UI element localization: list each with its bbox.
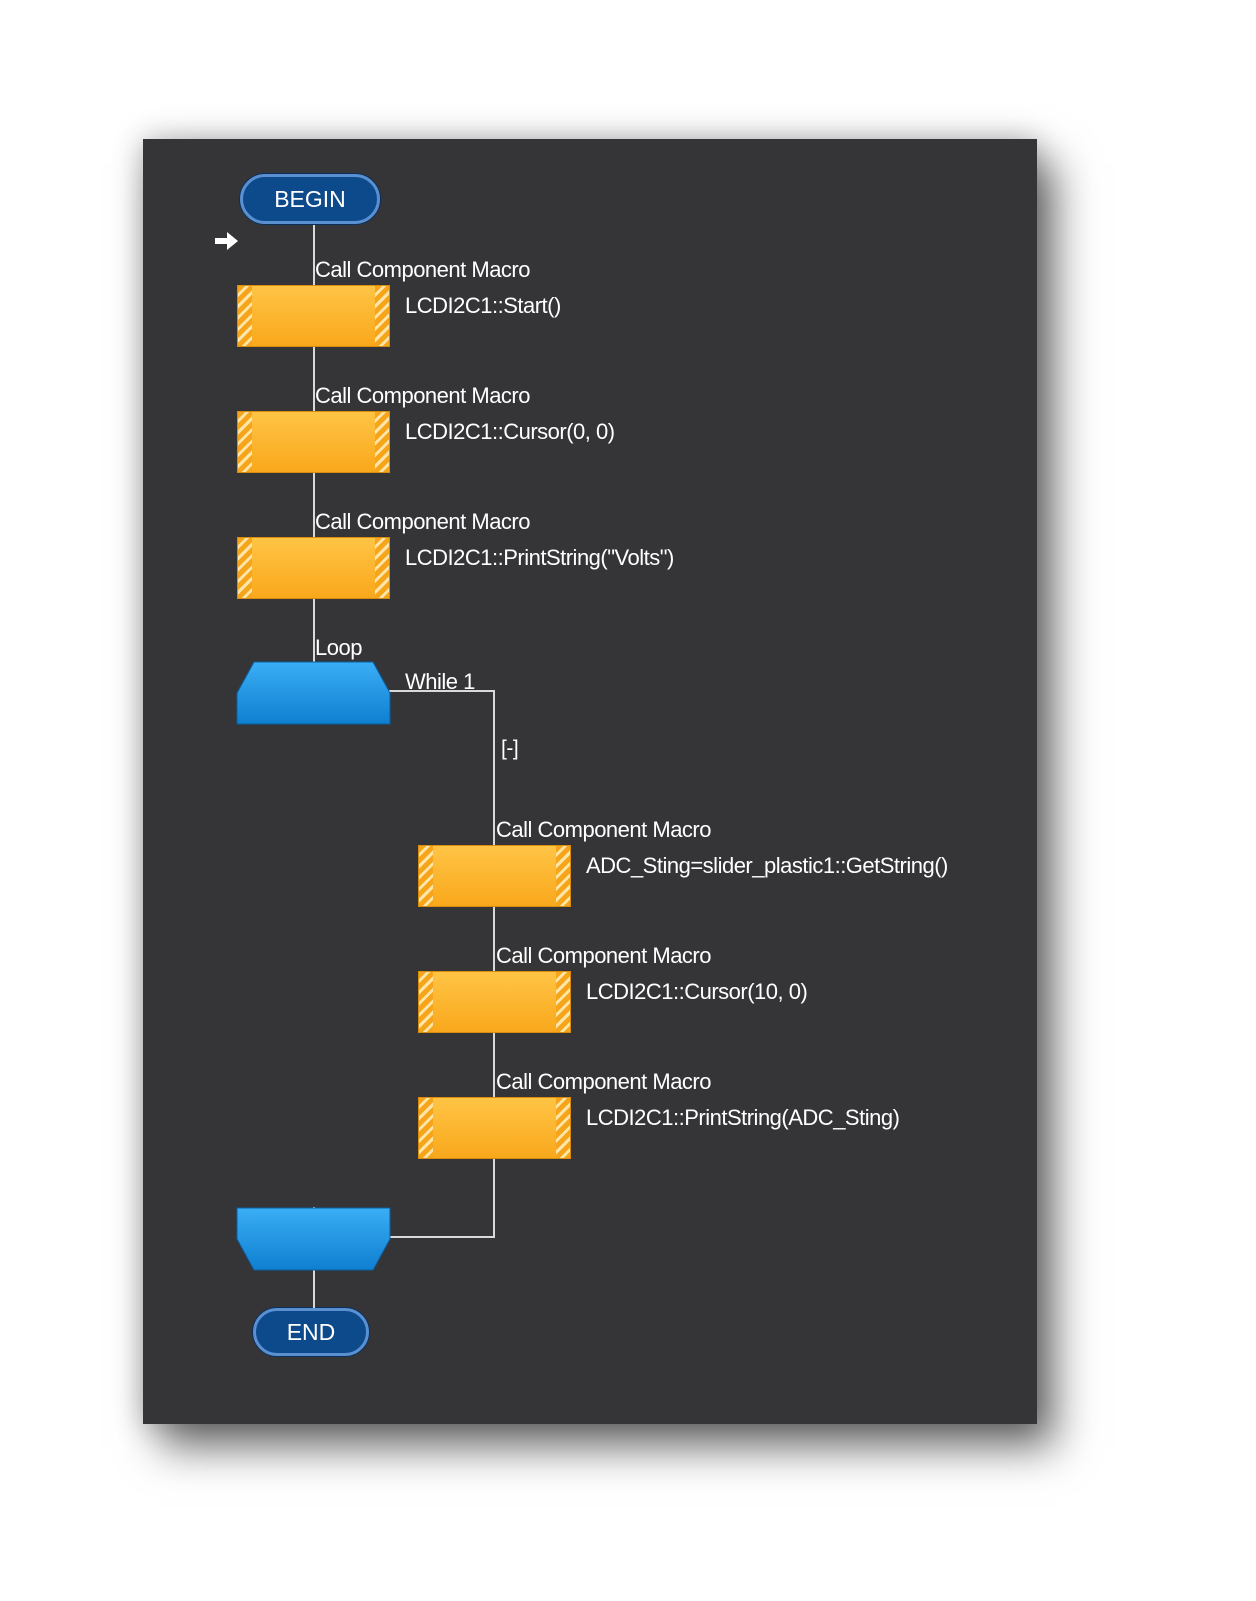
block-stripe [375, 286, 389, 346]
block-stripe [238, 412, 252, 472]
loop-block-1-expression: ADC_Sting=slider_plastic1::GetString() [586, 853, 948, 878]
loop-label: Loop [315, 635, 362, 660]
arrow-right-icon [215, 232, 238, 250]
loop-block-2-type-label: Call Component Macro [496, 943, 711, 968]
call-macro-block-2[interactable] [237, 411, 390, 473]
flowchart-canvas[interactable]: BEGIN Call Component Macro LCDI2C1::Star… [143, 139, 1037, 1424]
block-stripe [238, 538, 252, 598]
loop-end-block[interactable] [236, 1207, 391, 1271]
connector-gap [303, 721, 323, 1207]
call-macro-block-3[interactable] [237, 537, 390, 599]
block-stripe [238, 286, 252, 346]
block-1-type-label: Call Component Macro [315, 257, 530, 282]
begin-terminal[interactable]: BEGIN [240, 174, 380, 224]
block-stripe [556, 846, 570, 906]
call-macro-block-6[interactable] [418, 1097, 571, 1159]
connector-loop-bottom [386, 1236, 495, 1238]
block-stripe [419, 1098, 433, 1158]
loop-condition: While 1 [405, 669, 475, 694]
loop-block-3-type-label: Call Component Macro [496, 1069, 711, 1094]
call-macro-block-4[interactable] [418, 845, 571, 907]
block-stripe [556, 1098, 570, 1158]
block-stripe [556, 972, 570, 1032]
loop-block-2-expression: LCDI2C1::Cursor(10, 0) [586, 979, 808, 1004]
block-3-type-label: Call Component Macro [315, 509, 530, 534]
connector-end [313, 1271, 315, 1308]
loop-start-block[interactable] [236, 661, 391, 725]
loop-block-1-type-label: Call Component Macro [496, 817, 711, 842]
end-label: END [286, 1319, 336, 1345]
call-macro-block-5[interactable] [418, 971, 571, 1033]
call-macro-block-1[interactable] [237, 285, 390, 347]
begin-label: BEGIN [274, 186, 346, 212]
block-3-expression: LCDI2C1::PrintString("Volts") [405, 545, 674, 570]
end-terminal[interactable]: END [253, 1308, 369, 1356]
loop-block-3-expression: LCDI2C1::PrintString(ADC_Sting) [586, 1105, 900, 1130]
block-stripe [419, 846, 433, 906]
collapse-toggle[interactable]: [-] [501, 737, 519, 761]
block-stripe [419, 972, 433, 1032]
block-2-expression: LCDI2C1::Cursor(0, 0) [405, 419, 615, 444]
block-stripe [375, 412, 389, 472]
block-stripe [375, 538, 389, 598]
block-2-type-label: Call Component Macro [315, 383, 530, 408]
block-1-expression: LCDI2C1::Start() [405, 293, 561, 318]
